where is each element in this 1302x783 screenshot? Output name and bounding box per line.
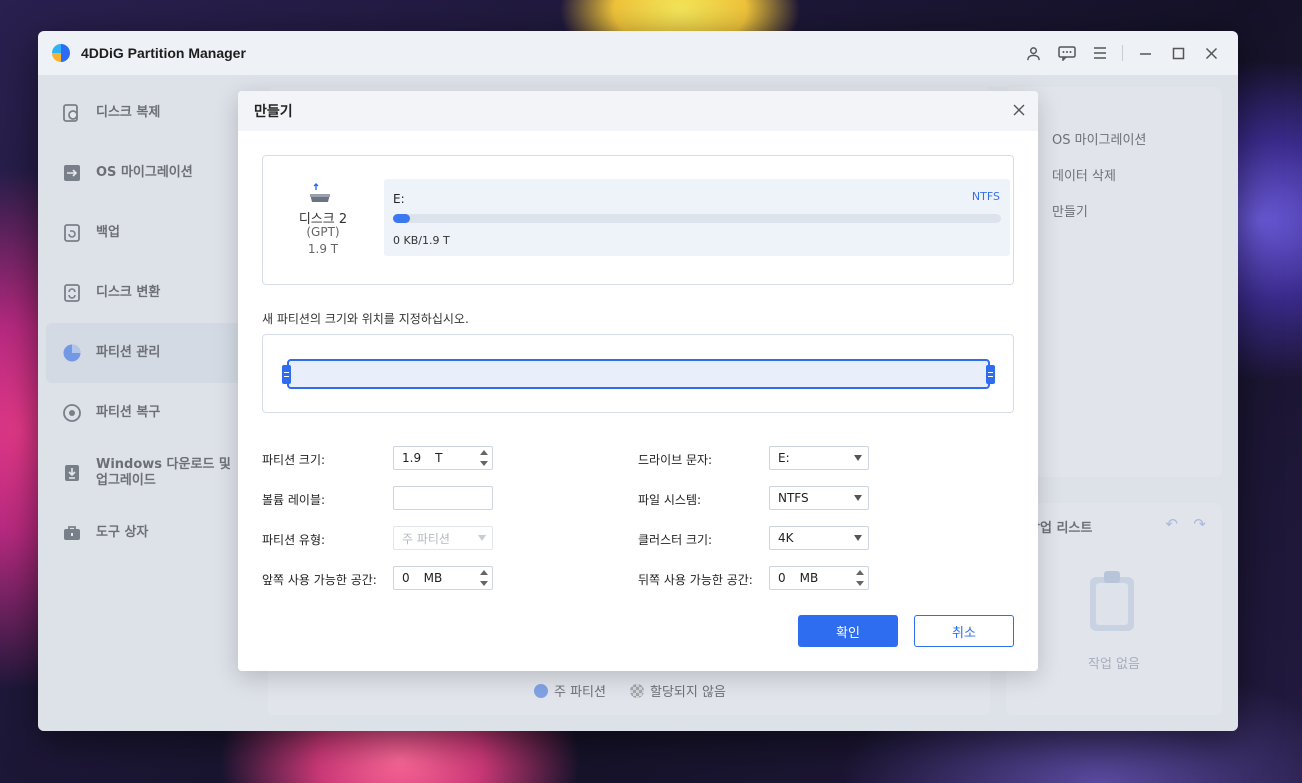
partition-type-label: 파티션 유형: [262,533,326,547]
file-system-select[interactable]: NTFS [769,486,869,510]
back-free-space-label: 뒤쪽 사용 가능한 공간: [638,573,753,587]
partition-type-value: 주 파티션 [402,531,450,546]
partition-size-unit: T [435,451,443,465]
close-icon[interactable] [1008,100,1030,122]
partition-card: E: NTFS 0 KB/1.9 T [384,179,1010,256]
chevron-down-icon [854,455,862,461]
chevron-down-icon [478,535,486,541]
chevron-down-icon [854,495,862,501]
dialog-title: 만들기 [254,104,293,120]
minimize-icon[interactable] [1129,41,1162,65]
app-title: 4DDiG Partition Manager [81,45,246,61]
app-logo-icon [52,44,70,62]
partition-size-label: 파티션 크기: [262,453,326,467]
drive-letter-select[interactable]: E: [769,446,869,470]
disk-info-box: 디스크 2 (GPT) 1.9 T E: NTFS 0 KB/1.9 T [262,155,1014,285]
partition-usage-bar [393,214,1001,223]
partition-range-bar[interactable] [287,359,990,389]
front-free-space-stepper[interactable]: 0 MB [393,566,493,590]
close-window-icon[interactable] [1195,41,1228,65]
size-position-instruction: 새 파티션의 크기와 위치를 지정하십시오. [262,312,469,326]
partition-usage-fill [393,214,411,223]
title-bar-divider [1122,45,1123,61]
stepper-arrows-icon[interactable] [480,570,488,586]
usb-disk-icon [307,182,333,208]
file-system-label: 파일 시스템: [638,493,702,507]
maximize-icon[interactable] [1162,41,1195,65]
volume-label-input[interactable] [393,486,493,510]
cluster-size-select[interactable]: 4K [769,526,869,550]
title-bar: 4DDiG Partition Manager [38,31,1238,75]
back-free-space-unit: MB [799,571,819,585]
volume-label-label: 볼륨 레이블: [262,493,326,507]
title-bar-controls [1017,41,1228,65]
drive-letter-label: 드라이브 문자: [638,453,713,467]
front-free-space-label: 앞쪽 사용 가능한 공간: [262,573,377,587]
front-free-space-value: 0 [402,571,410,585]
partition-filesystem: NTFS [971,190,1000,203]
disk-type: (GPT) [306,225,340,239]
feedback-icon[interactable] [1050,41,1083,65]
confirm-button[interactable]: 확인 [798,615,898,647]
cluster-size-value: 4K [778,531,794,545]
range-right-handle[interactable] [986,365,995,384]
file-system-value: NTFS [778,491,809,505]
chevron-down-icon [854,535,862,541]
stepper-arrows-icon[interactable] [856,570,864,586]
user-account-icon[interactable] [1017,41,1050,65]
cancel-button[interactable]: 취소 [914,615,1014,647]
front-free-space-unit: MB [423,571,443,585]
partition-size-stepper[interactable]: 1.9 T [393,446,493,470]
back-free-space-stepper[interactable]: 0 MB [769,566,869,590]
menu-icon[interactable] [1083,41,1116,65]
dialog-header: 만들기 [238,91,1038,131]
disk-size: 1.9 T [307,242,339,256]
range-left-handle[interactable] [282,365,291,384]
partition-usage-text: 0 KB/1.9 T [393,234,450,247]
partition-letter: E: [393,192,405,206]
partition-size-value: 1.9 [402,451,422,465]
partition-type-select: 주 파티션 [393,526,493,550]
partition-range-box [262,334,1014,413]
create-partition-dialog: 만들기 디스크 2 (GPT) 1.9 T E: NTFS 0 KB/1.9 T… [238,91,1038,671]
stepper-arrows-icon[interactable] [480,450,488,466]
drive-letter-value: E: [778,451,790,465]
cluster-size-label: 클러스터 크기: [638,533,713,547]
back-free-space-value: 0 [778,571,786,585]
